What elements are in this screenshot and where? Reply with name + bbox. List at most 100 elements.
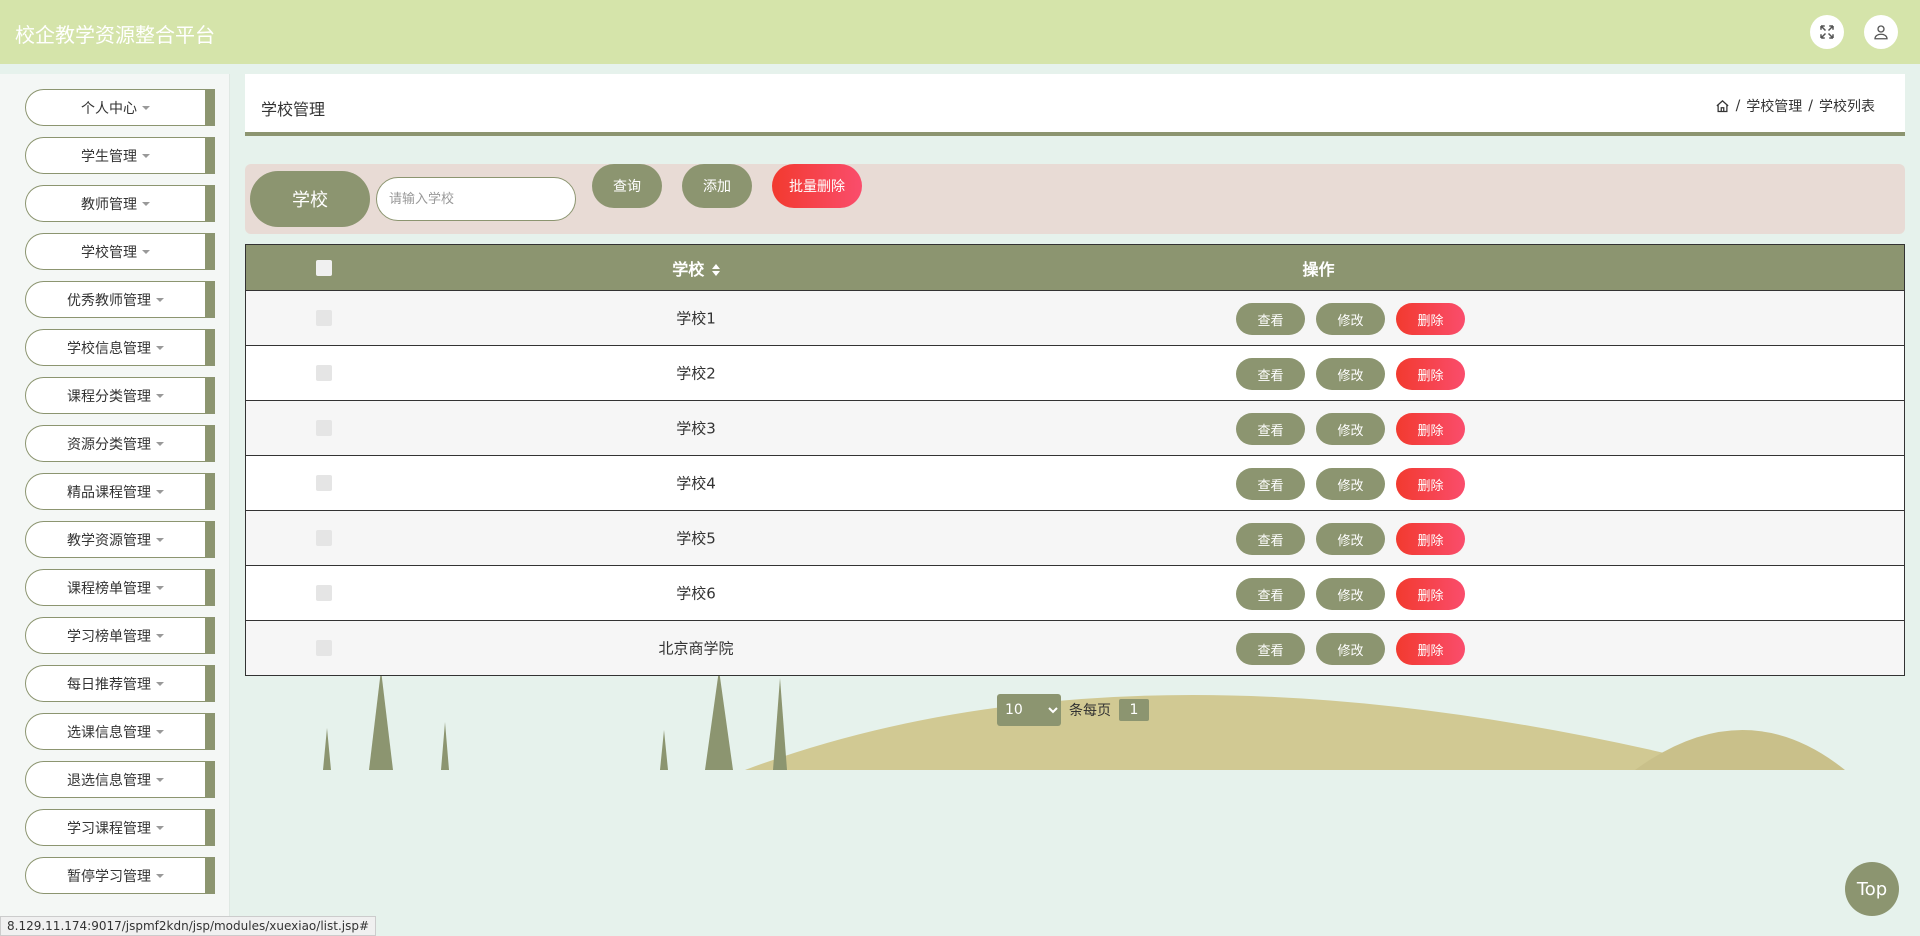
sidebar-item[interactable]: 课程榜单管理 [25,569,215,606]
caret-down-icon [156,441,164,446]
view-button[interactable]: 查看 [1236,358,1305,390]
view-button[interactable]: 查看 [1236,468,1305,500]
view-button[interactable]: 查看 [1236,523,1305,555]
table-header: 学校 操作 [246,245,1904,290]
breadcrumb-level1[interactable]: 学校管理 [1746,96,1802,116]
delete-button[interactable]: 删除 [1396,523,1465,555]
delete-button[interactable]: 删除 [1396,358,1465,390]
delete-button[interactable]: 删除 [1396,578,1465,610]
user-icon [1874,25,1888,40]
delete-button[interactable]: 删除 [1396,468,1465,500]
sidebar-item[interactable]: 学习课程管理 [25,809,215,846]
column-header-ops: 操作 [1302,259,1335,279]
column-header-school[interactable]: 学校 [546,256,846,280]
breadcrumb-level2: 学校列表 [1819,99,1875,115]
caret-down-icon [156,537,164,542]
row-checkbox[interactable] [316,365,332,381]
sidebar-item[interactable]: 教师管理 [25,185,215,222]
edit-button[interactable]: 修改 [1316,468,1385,500]
sidebar-item[interactable]: 退选信息管理 [25,761,215,798]
row-checkbox[interactable] [316,585,332,601]
page-size-select[interactable]: 10 [997,694,1061,726]
edit-button[interactable]: 修改 [1316,358,1385,390]
sidebar-item-label: 学校信息管理 [67,340,151,357]
delete-button[interactable]: 删除 [1396,303,1465,335]
add-button[interactable]: 添加 [682,164,752,208]
sidebar-item-label: 优秀教师管理 [67,292,151,309]
caret-down-icon [156,345,164,350]
delete-button[interactable]: 删除 [1396,633,1465,665]
delete-button[interactable]: 删除 [1396,413,1465,445]
view-button[interactable]: 查看 [1236,578,1305,610]
sidebar-item[interactable]: 教学资源管理 [25,521,215,558]
user-button[interactable] [1864,15,1898,49]
select-all-checkbox[interactable] [316,259,332,276]
batch-delete-button[interactable]: 批量删除 [772,164,862,208]
edit-button[interactable]: 修改 [1316,303,1385,335]
caret-down-icon [156,585,164,590]
table-row: 学校4 查看 修改 删除 [246,455,1904,510]
view-button[interactable]: 查看 [1236,413,1305,445]
breadcrumb: / 学校管理 / 学校列表 [1715,96,1875,116]
caret-down-icon [142,105,150,110]
row-checkbox[interactable] [316,310,332,326]
sidebar-item-label: 每日推荐管理 [67,676,151,693]
table-row: 学校1 查看 修改 删除 [246,290,1904,345]
sidebar-item-label: 学习课程管理 [67,820,151,837]
sidebar-item[interactable]: 选课信息管理 [25,713,215,750]
sidebar-item-label: 课程分类管理 [67,388,151,405]
sidebar-item[interactable]: 暂停学习管理 [25,857,215,894]
sidebar-item-label: 精品课程管理 [67,484,151,501]
sidebar-item[interactable]: 优秀教师管理 [25,281,215,318]
home-icon[interactable] [1715,99,1730,114]
sidebar-item[interactable]: 个人中心 [25,89,215,126]
sidebar-item[interactable]: 每日推荐管理 [25,665,215,702]
row-checkbox[interactable] [316,475,332,491]
breadcrumb-separator: / [1735,98,1741,114]
table-row: 学校6 查看 修改 删除 [246,565,1904,620]
fullscreen-button[interactable] [1810,15,1844,49]
row-actions: 查看 修改 删除 [1236,578,1465,610]
edit-button[interactable]: 修改 [1316,578,1385,610]
per-page-label: 条每页 [1069,703,1111,719]
view-button[interactable]: 查看 [1236,303,1305,335]
sidebar-item-label: 学校管理 [81,244,137,261]
school-name-cell: 学校2 [676,364,716,383]
view-button[interactable]: 查看 [1236,633,1305,665]
sidebar-item-label: 退选信息管理 [67,772,151,789]
sidebar-item[interactable]: 学校信息管理 [25,329,215,366]
row-actions: 查看 修改 删除 [1236,358,1465,390]
sidebar-item[interactable]: 学校管理 [25,233,215,270]
school-name-cell: 北京商学院 [658,639,734,658]
caret-down-icon [156,633,164,638]
edit-button[interactable]: 修改 [1316,523,1385,555]
school-name-cell: 学校3 [676,419,716,438]
sidebar-item[interactable]: 学生管理 [25,137,215,174]
row-checkbox[interactable] [316,530,332,546]
school-search-input[interactable] [376,177,576,221]
sidebar-item-label: 学生管理 [81,148,137,165]
caret-down-icon [142,153,150,158]
school-table: 学校 操作 学校1 查看 修改 删除 学校2 查看 修改 删除 学校3 查看 修改 删除 学校4 查看 修改… [245,244,1905,676]
edit-button[interactable]: 修改 [1316,413,1385,445]
sidebar-item[interactable]: 学习榜单管理 [25,617,215,654]
caret-down-icon [156,873,164,878]
row-actions: 查看 修改 删除 [1236,468,1465,500]
query-button[interactable]: 查询 [592,164,662,208]
sidebar-item[interactable]: 课程分类管理 [25,377,215,414]
sidebar-item[interactable]: 资源分类管理 [25,425,215,462]
sidebar-item[interactable]: 精品课程管理 [25,473,215,510]
expand-icon [1820,25,1834,39]
sidebar-item-label: 教学资源管理 [67,532,151,549]
page-number-button[interactable]: 1 [1119,699,1149,721]
search-bar: 学校 查询 添加 批量删除 [245,164,1905,234]
column-header-label: 学校 [672,259,705,279]
sidebar-item-label: 资源分类管理 [67,436,151,453]
row-checkbox[interactable] [316,640,332,656]
caret-down-icon [142,249,150,254]
row-checkbox[interactable] [316,420,332,436]
back-to-top-button[interactable]: Top [1845,862,1899,916]
caret-down-icon [156,825,164,830]
edit-button[interactable]: 修改 [1316,633,1385,665]
sort-icon[interactable] [711,264,720,276]
